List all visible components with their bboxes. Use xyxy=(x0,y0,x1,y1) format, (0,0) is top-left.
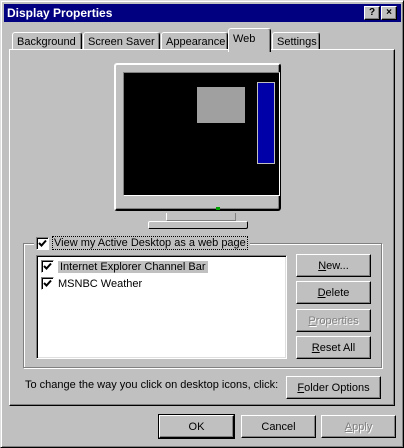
properties-button-label: Properties xyxy=(308,314,359,327)
item-checkbox[interactable] xyxy=(41,277,54,290)
monitor-neck xyxy=(166,213,236,221)
preview-window-item xyxy=(197,87,245,123)
cancel-button[interactable]: Cancel xyxy=(241,415,316,438)
list-item[interactable]: MSNBC Weather xyxy=(39,275,284,292)
power-led-icon xyxy=(216,207,220,210)
new-button[interactable]: New... xyxy=(296,254,371,277)
delete-button-label: Delete xyxy=(317,286,350,299)
active-desktop-checkbox[interactable] xyxy=(36,236,49,250)
close-button[interactable]: × xyxy=(381,6,397,20)
item-label: MSNBC Weather xyxy=(58,277,143,290)
item-checkbox[interactable] xyxy=(41,260,54,273)
help-button[interactable]: ? xyxy=(364,6,380,20)
folder-options-button-label: Folder Options xyxy=(297,381,370,394)
list-item[interactable]: Internet Explorer Channel Bar xyxy=(39,258,284,275)
tab-web[interactable]: Web xyxy=(228,28,271,52)
properties-button[interactable]: Properties xyxy=(296,309,371,332)
click-behavior-hint: To change the way you click on desktop i… xyxy=(25,379,279,391)
monitor-base xyxy=(148,221,248,229)
display-properties-window: Display Properties ? × Background Screen… xyxy=(0,0,404,448)
reset-all-button-label: Reset All xyxy=(311,341,356,354)
folder-options-button[interactable]: Folder Options xyxy=(286,376,381,399)
active-desktop-label: View my Active Desktop as a web page xyxy=(52,236,248,250)
window-title: Display Properties xyxy=(7,6,113,20)
new-button-label: New... xyxy=(318,259,349,272)
title-bar[interactable]: Display Properties ? × xyxy=(4,4,401,22)
apply-button-label: Apply xyxy=(344,420,373,433)
active-desktop-toggle[interactable]: View my Active Desktop as a web page xyxy=(34,236,250,250)
desktop-items-list[interactable]: Internet Explorer Channel Bar MSNBC Weat… xyxy=(36,255,287,359)
delete-button[interactable]: Delete xyxy=(296,281,371,304)
checkmark-icon xyxy=(43,262,52,270)
item-label: Internet Explorer Channel Bar xyxy=(58,260,208,273)
apply-button[interactable]: Apply xyxy=(321,415,396,438)
checkmark-icon xyxy=(43,279,52,287)
preview-channel-bar xyxy=(257,82,275,164)
reset-all-button[interactable]: Reset All xyxy=(296,336,371,359)
ok-button[interactable]: OK xyxy=(158,414,235,439)
checkmark-icon xyxy=(38,239,47,247)
